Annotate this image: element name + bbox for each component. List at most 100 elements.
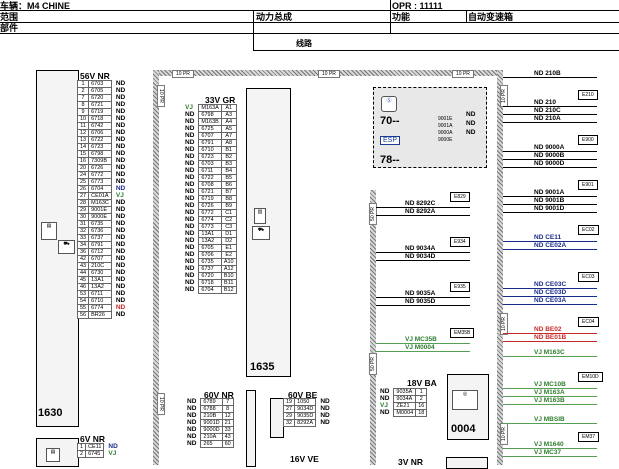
pin-cell: 9035A: [393, 388, 417, 396]
pin-cell: 6704: [88, 185, 112, 193]
pin-cell: 6719: [88, 108, 112, 116]
pin-cell: ND: [185, 440, 201, 448]
pin-cell: 6736: [88, 227, 112, 235]
pin-cell: B3: [220, 160, 237, 168]
pin-cell: A3: [220, 111, 237, 119]
pin-cell: 31: [76, 220, 90, 228]
pin-cell: 45: [76, 276, 90, 284]
pin-cell: 6791: [198, 139, 222, 147]
wire-label: VJ MC37: [534, 449, 562, 456]
pin-cell: 6722: [198, 174, 222, 182]
header-rule: [0, 10, 619, 11]
pin-cell: 6737: [88, 234, 112, 242]
pin-cell: 6703: [88, 80, 112, 88]
pin-cell: 6719: [198, 195, 222, 203]
wire-label: VJ M163C: [534, 349, 565, 356]
wire-label: ND CE03D: [534, 289, 567, 296]
pin-cell: 27: [76, 192, 90, 200]
wire-label: ND 8292A: [405, 208, 436, 215]
wire-line: [503, 167, 597, 168]
harness-right: [497, 70, 503, 465]
pin-cell: CE01A: [88, 192, 112, 200]
pin-cell: 6773: [88, 178, 112, 186]
pin-cell: 13A2: [198, 237, 222, 245]
pin-cell: 6726: [88, 164, 112, 172]
wire-label: ND 9001A: [534, 189, 565, 196]
wire-line: [503, 122, 597, 123]
pin-cell: 9034D: [294, 405, 317, 413]
wire-label: VJ MC10B: [534, 381, 566, 388]
wire-label: ND 9001D: [534, 205, 565, 212]
pin-cell: E1: [220, 244, 237, 252]
header-rule: [0, 22, 619, 23]
wire-code: 9001E: [438, 116, 453, 122]
pin-cell: 1: [76, 80, 90, 88]
pin-cell: A12: [220, 265, 237, 273]
header-divider: [466, 10, 467, 22]
pin-cell: A8: [220, 139, 237, 147]
pin-cell: 55: [76, 304, 90, 312]
pin-cell: 6721: [198, 188, 222, 196]
pin-cell: ND: [378, 409, 394, 417]
wire-label: ND 9034A: [405, 245, 436, 252]
table-row: 2 6745 VJ: [76, 450, 121, 458]
pin-cell: 54: [76, 297, 90, 305]
pin-cell: ND: [111, 311, 128, 319]
pin-cell: 9001D: [200, 419, 223, 427]
pin-cell: B2: [220, 153, 237, 161]
pin-cell: B1: [220, 146, 237, 154]
wire-label: ND CE11: [534, 234, 562, 241]
conn-0004-title: 18V BA: [407, 378, 437, 388]
wire-label: ND 9000A: [534, 144, 565, 151]
table-row: ND M0004 18: [378, 409, 428, 417]
connector-icon: ▥: [254, 208, 266, 224]
dashed-nd-list: ND ND ND: [466, 110, 475, 137]
pin-cell: 6788: [200, 405, 223, 413]
header-divider: [253, 10, 254, 50]
conn-1630-pin-table: 1 6703 ND 2 6705 ND 7 6720 ND 8 6721 ND 9 6719 ND 10 671…: [76, 80, 128, 319]
wire-line: [503, 77, 597, 78]
wire-line: [503, 356, 597, 357]
pin-cell: C3: [220, 223, 237, 231]
pin-cell: 26: [76, 185, 90, 193]
pin-cell: 6774: [198, 216, 222, 224]
pin-cell: 6718: [198, 279, 222, 287]
pin-cell: A4: [220, 118, 237, 126]
wire-label: ND 9001B: [534, 197, 565, 204]
pin-cell: BR26: [88, 311, 112, 319]
wire-label: ND BE01B: [534, 334, 567, 341]
pin-cell: 43: [221, 433, 234, 441]
wire-label: ND: [466, 129, 476, 136]
pin-cell: 9034A: [393, 395, 417, 403]
conn-60vnr-pin-table: ND 6789 7 ND 6788 8 ND 210B 12 ND 9001D 21 ND 9000D 33…: [185, 398, 234, 448]
splice-tag: EC03: [578, 272, 599, 282]
pin-cell: 6722: [88, 136, 112, 144]
pin-cell: 13A1: [88, 276, 112, 284]
pin-cell: VJ: [103, 450, 121, 458]
splice-tag: EC02: [578, 225, 599, 235]
pin-cell: 6704: [198, 286, 222, 294]
harness-tag: 10 PR: [318, 70, 340, 78]
pin-cell: 210A: [200, 433, 223, 441]
pin-cell: 6730: [88, 269, 112, 277]
connector-icon: ▤: [46, 448, 60, 462]
harness-mid: [370, 190, 376, 465]
wire-label: ND 9035D: [405, 298, 436, 305]
pin-cell: 53: [76, 290, 90, 298]
pin-cell: 14: [76, 143, 90, 151]
pin-cell: B8: [220, 195, 237, 203]
wire-line: [503, 456, 597, 457]
connector-icon: ▤: [41, 222, 57, 240]
pin-cell: 1: [415, 388, 428, 396]
pin-cell: 1: [76, 443, 87, 451]
esp-code: 78--: [380, 154, 400, 166]
pin-cell: M163A: [198, 104, 222, 112]
harness-tag: 10 PR: [452, 70, 474, 78]
pin-cell: 12: [76, 129, 90, 137]
pin-cell: A10: [220, 258, 237, 266]
pin-cell: 32: [76, 227, 90, 235]
wire-label: ND 9034D: [405, 253, 436, 260]
wire-label: ND 210A: [534, 115, 561, 122]
conn-1630-number: 1630: [38, 407, 63, 419]
wire-line: [503, 212, 597, 213]
